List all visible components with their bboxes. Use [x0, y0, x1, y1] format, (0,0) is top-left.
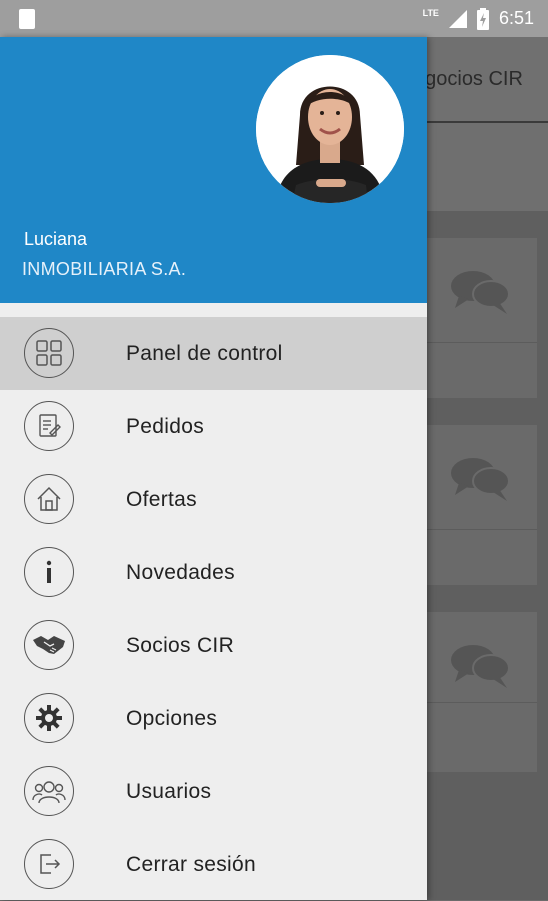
chat-icon [451, 458, 510, 501]
menu-item-usuarios[interactable]: Usuarios [0, 755, 427, 828]
menu-item-label: Panel de control [126, 341, 283, 365]
network-type: LTE [422, 7, 439, 18]
user-photo-icon [256, 55, 404, 203]
menu-item-novedades[interactable]: Novedades [0, 536, 427, 609]
avatar[interactable] [256, 55, 404, 203]
users-icon [24, 766, 74, 816]
drawer-header: Luciana INMOBILIARIA S.A. [0, 37, 427, 303]
menu-item-label: Socios CIR [126, 633, 235, 657]
background-card [427, 425, 537, 585]
status-bar: LTE 6:51 [0, 0, 548, 37]
background-app-title: egocios CIR [414, 68, 523, 90]
clock: 6:51 [498, 8, 534, 28]
menu-item-ofertas[interactable]: Ofertas [0, 463, 427, 536]
battery-icon [476, 7, 489, 30]
menu-item-label: Ofertas [126, 487, 197, 511]
info-icon [24, 547, 74, 597]
user-name: Luciana [24, 229, 88, 249]
handshake-icon [24, 620, 74, 670]
menu-item-label: Novedades [126, 560, 235, 584]
user-company: INMOBILIARIA S.A. [22, 259, 187, 279]
background-card [427, 238, 537, 398]
logout-icon [24, 839, 74, 889]
document-icon [24, 401, 74, 451]
menu-item-opciones[interactable]: Opciones [0, 682, 427, 755]
menu-item-panel-de-control[interactable]: Panel de control [0, 317, 427, 390]
navigation-drawer: Luciana INMOBILIARIA S.A. Panel de contr… [0, 37, 427, 900]
chat-icon [451, 271, 510, 314]
drawer-menu: Panel de control Pedidos Ofertas Novedad… [0, 317, 427, 901]
menu-item-label: Cerrar sesión [126, 852, 256, 876]
sim-card-icon [19, 9, 35, 29]
gear-icon [24, 693, 74, 743]
menu-item-cerrar-sesion[interactable]: Cerrar sesión [0, 828, 427, 901]
background-card [427, 612, 537, 772]
menu-item-socios-cir[interactable]: Socios CIR [0, 609, 427, 682]
house-icon [24, 474, 74, 524]
dashboard-grid-icon [24, 328, 74, 378]
menu-item-pedidos[interactable]: Pedidos [0, 390, 427, 463]
menu-item-label: Opciones [126, 706, 218, 730]
menu-item-label: Pedidos [126, 414, 204, 438]
menu-item-label: Usuarios [126, 779, 212, 803]
signal-icon [448, 9, 467, 28]
chat-icon [451, 645, 510, 688]
